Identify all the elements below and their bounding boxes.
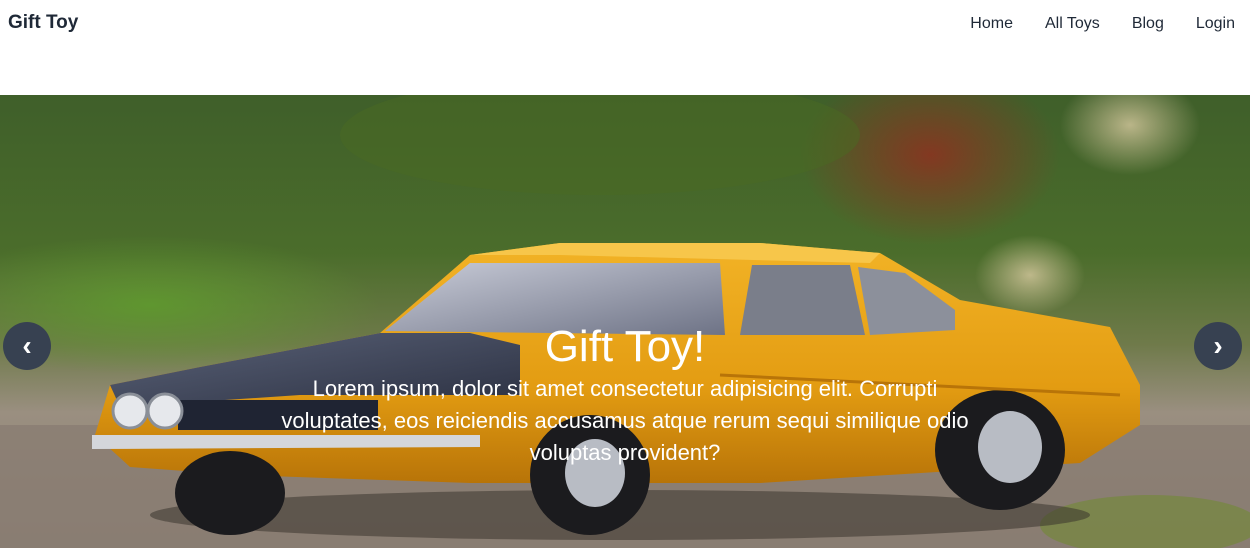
- hero-title: Gift Toy!: [544, 322, 706, 371]
- hero-caption: Gift Toy! Lorem ipsum, dolor sit amet co…: [0, 323, 1250, 469]
- hero-text: Lorem ipsum, dolor sit amet consectetur …: [281, 376, 969, 465]
- chevron-right-icon: ›: [1213, 330, 1223, 361]
- navbar: Gift Toy Home All Toys Blog Login: [0, 0, 1250, 95]
- hero-carousel: Gift Toy! Lorem ipsum, dolor sit amet co…: [0, 95, 1250, 548]
- nav-link-home[interactable]: Home: [938, 14, 1013, 34]
- brand-logo[interactable]: Gift Toy: [8, 12, 78, 34]
- carousel-next-button[interactable]: ›: [1194, 322, 1242, 370]
- nav-links: Home All Toys Blog Login: [938, 14, 1235, 34]
- nav-link-blog[interactable]: Blog: [1100, 14, 1164, 34]
- chevron-left-icon: ‹: [22, 330, 32, 361]
- nav-link-all-toys[interactable]: All Toys: [1013, 14, 1100, 34]
- carousel-prev-button[interactable]: ‹: [3, 322, 51, 370]
- nav-link-login[interactable]: Login: [1164, 14, 1235, 34]
